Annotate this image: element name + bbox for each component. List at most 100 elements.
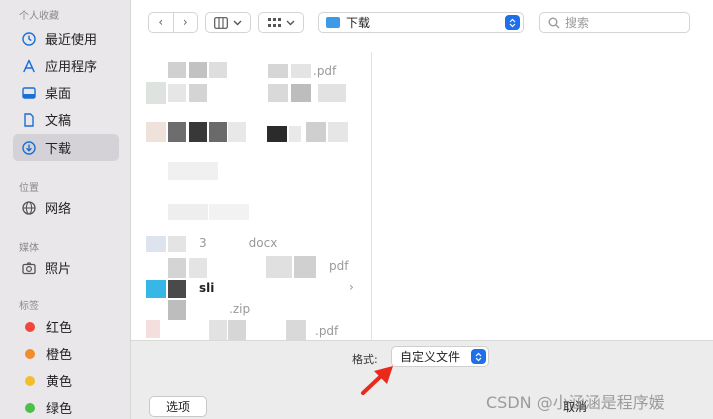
column-divider[interactable] — [371, 52, 372, 340]
location-popup[interactable]: 下载 — [318, 12, 524, 33]
sidebar-item-recents[interactable]: 最近使用 — [13, 25, 119, 52]
clock-icon — [21, 31, 37, 47]
list-item[interactable]: .pdf — [313, 60, 535, 82]
orange-tag-dot-icon — [25, 348, 35, 359]
pixelated-block — [294, 256, 316, 278]
sidebar-item-label: 桌面 — [45, 87, 72, 102]
apps-icon — [21, 58, 37, 74]
up-down-stepper-icon — [471, 349, 486, 364]
pixelated-block — [189, 62, 207, 78]
pixelated-block — [168, 62, 186, 78]
pixelated-block — [209, 62, 227, 78]
sidebar-item-label: 照片 — [45, 262, 72, 277]
document-icon — [21, 112, 37, 128]
red-arrow-annotation-icon — [361, 366, 393, 395]
sidebar-item-label: 最近使用 — [45, 33, 98, 48]
format-value: 自定义文件 — [400, 350, 461, 364]
pixelated-block — [168, 204, 208, 220]
pixelated-block — [291, 84, 311, 102]
chevron-down-icon — [233, 20, 242, 25]
red-tag-dot-icon — [25, 321, 35, 332]
search-placeholder: 搜索 — [565, 16, 590, 30]
sidebar-item-label: 网络 — [45, 202, 72, 217]
list-item[interactable]: .pdf — [315, 320, 355, 342]
sidebar-item-label: 文稿 — [45, 114, 72, 129]
file-name: docx — [248, 236, 278, 250]
back-button[interactable]: ‹ — [149, 13, 174, 32]
file-browser: .pdf 3 docx pdf sli › .zip .pdf — [131, 44, 713, 340]
sidebar-item-downloads[interactable]: 下载 — [13, 134, 119, 161]
pixelated-block — [268, 84, 288, 102]
sidebar-item-label: 黄色 — [46, 375, 73, 390]
sidebar-item-label: 绿色 — [46, 402, 73, 417]
file-name: .pdf — [313, 64, 337, 78]
sidebar-item-label: 应用程序 — [45, 60, 98, 75]
pixelated-block — [168, 162, 218, 180]
folder-name: sli — [199, 281, 215, 295]
pixelated-block — [328, 122, 348, 142]
pixelated-block — [228, 320, 246, 340]
thumbnail-icon — [146, 82, 166, 104]
section-favorites-title: 个人收藏 — [19, 11, 59, 22]
file-name: .pdf — [315, 324, 339, 338]
watermark: CSDN @小涵涵是程序媛 — [486, 393, 665, 412]
sidebar-item-desktop[interactable]: 桌面 — [13, 79, 119, 106]
up-down-stepper-icon — [505, 15, 520, 30]
search-field[interactable]: 搜索 — [539, 12, 690, 33]
pixelated-block — [168, 280, 186, 298]
pixelated-block — [286, 320, 306, 340]
pixelated-block — [267, 126, 287, 142]
pixelated-block — [189, 258, 207, 278]
list-item[interactable]: pdf — [329, 255, 359, 277]
file-name: pdf — [329, 259, 349, 273]
forward-button[interactable]: › — [174, 13, 198, 32]
pixelated-block — [209, 122, 227, 142]
pixelated-block — [168, 122, 186, 142]
list-item[interactable]: 3 docx — [199, 232, 421, 254]
sidebar-item-network[interactable]: 网络 — [13, 194, 119, 221]
sidebar-item-applications[interactable]: 应用程序 — [13, 52, 119, 79]
pixelated-block — [209, 204, 249, 220]
pixelated-block — [209, 320, 227, 340]
file-name: .zip — [229, 302, 251, 316]
list-item[interactable]: .zip — [229, 298, 269, 320]
pixelated-block — [189, 84, 207, 102]
grid-icon — [267, 17, 281, 27]
toolbar: ‹ › 下载 搜索 — [131, 0, 713, 44]
group-by-button[interactable] — [258, 12, 304, 33]
list-item[interactable]: sli — [199, 277, 421, 299]
sidebar-tag-green[interactable]: 绿色 — [13, 394, 119, 419]
pixelated-block — [228, 122, 246, 142]
nav-button-group: ‹ › — [148, 12, 198, 33]
network-icon — [21, 200, 37, 216]
file-name-prefix: 3 — [199, 236, 207, 250]
thumbnail-icon — [146, 122, 166, 142]
view-mode-button[interactable] — [205, 12, 251, 33]
chevron-right-icon: › — [349, 280, 354, 294]
chevron-down-icon — [286, 20, 294, 25]
section-locations-title: 位置 — [19, 183, 39, 194]
pixelated-block — [266, 256, 292, 278]
options-button[interactable]: 选项 — [149, 396, 207, 417]
section-tags-title: 标签 — [19, 301, 39, 312]
sidebar-tag-yellow[interactable]: 黄色 — [13, 367, 119, 394]
sidebar-tag-red[interactable]: 红色 — [13, 313, 119, 340]
pixelated-block — [168, 84, 186, 102]
pixelated-block — [168, 258, 186, 278]
format-select[interactable]: 自定义文件 — [391, 346, 489, 367]
sidebar-item-documents[interactable]: 文稿 — [13, 106, 119, 133]
section-media-title: 媒体 — [19, 243, 39, 254]
sidebar-tag-orange[interactable]: 橙色 — [13, 340, 119, 367]
search-icon — [548, 17, 560, 28]
camera-icon — [21, 260, 37, 276]
sidebar-item-label: 橙色 — [46, 348, 73, 363]
download-icon — [21, 140, 37, 156]
pixelated-block — [168, 236, 186, 252]
folder-icon — [146, 280, 166, 298]
sidebar-item-photos[interactable]: 照片 — [13, 254, 119, 281]
sidebar-item-label: 下载 — [45, 142, 72, 157]
pixelated-block — [291, 64, 311, 78]
thumbnail-icon — [146, 236, 166, 252]
folder-icon — [326, 17, 340, 28]
columns-view-icon — [214, 16, 228, 29]
